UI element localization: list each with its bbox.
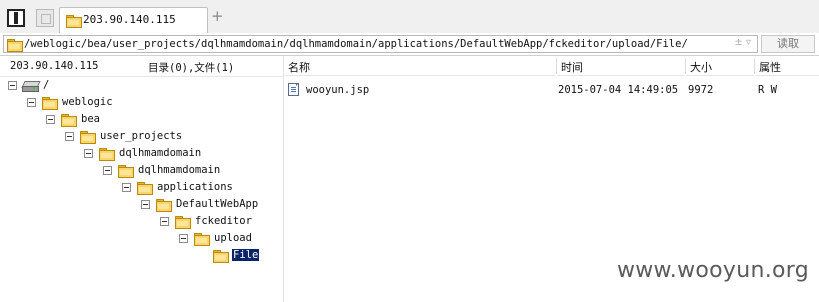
tree-node-label: weblogic xyxy=(62,96,113,108)
column-header-attributes[interactable]: 属性 xyxy=(755,56,819,76)
folder-icon xyxy=(80,131,96,146)
column-label: 大小 xyxy=(690,61,712,74)
file-row[interactable]: wooyun.jsp 2015-07-04 14:49:05 9972 R W xyxy=(284,81,819,99)
file-time: 2015-07-04 14:49:05 xyxy=(558,84,679,96)
host-label: 203.90.140.115 xyxy=(10,60,99,72)
tab-host[interactable]: 203.90.140.115 xyxy=(59,7,208,33)
column-label: 属性 xyxy=(759,61,781,74)
folder-icon xyxy=(61,114,77,129)
collapse-icon[interactable] xyxy=(103,166,112,175)
tree-node-label: / xyxy=(43,79,50,91)
drive-icon xyxy=(21,80,41,94)
item-count: 目录(0),文件(1) xyxy=(148,62,235,74)
tab-label: 203.90.140.115 xyxy=(83,13,176,26)
collapse-icon[interactable] xyxy=(122,183,131,192)
directory-tree-panel: 203.90.140.115 目录(0),文件(1) / weblogic be… xyxy=(0,56,284,302)
tree-node-label: bea xyxy=(81,113,100,125)
tree-node-label: DefaultWebApp xyxy=(176,198,259,210)
collapse-icon[interactable] xyxy=(8,81,17,90)
folder-icon xyxy=(137,182,153,197)
column-header-name[interactable]: 名称 xyxy=(284,56,556,76)
watermark: www.wooyun.org xyxy=(616,258,809,283)
add-tab-icon[interactable]: + xyxy=(211,9,224,24)
open-folder-icon xyxy=(213,250,229,265)
collapse-icon[interactable] xyxy=(160,217,169,226)
read-button[interactable]: 读取 xyxy=(761,35,815,53)
folder-icon xyxy=(156,199,172,214)
tree-node-label-selected: File xyxy=(232,249,260,261)
tree-node-label: user_projects xyxy=(100,130,183,142)
collapse-icon[interactable] xyxy=(141,200,150,209)
tree-node-label: fckeditor xyxy=(195,215,252,227)
folder-icon xyxy=(99,148,115,163)
panel-layout-icon[interactable] xyxy=(36,9,54,27)
file-name: wooyun.jsp xyxy=(306,84,370,96)
tab-bar: 203.90.140.115 + xyxy=(0,0,819,34)
panel-toggle-icon[interactable] xyxy=(7,9,25,27)
address-field: ± ▿ xyxy=(3,35,758,53)
tree-node-label: applications xyxy=(157,181,233,193)
path-input[interactable] xyxy=(24,36,724,52)
column-header-time[interactable]: 时间 xyxy=(557,56,685,76)
address-bar: ± ▿ 读取 xyxy=(0,33,819,56)
file-icon xyxy=(288,83,299,96)
column-label: 时间 xyxy=(561,61,583,74)
collapse-icon[interactable] xyxy=(84,149,93,158)
folder-icon xyxy=(7,39,23,54)
collapse-icon[interactable] xyxy=(46,115,55,124)
folder-icon xyxy=(42,97,58,112)
file-size: 9972 xyxy=(688,84,714,96)
tree-header: 203.90.140.115 目录(0),文件(1) xyxy=(0,56,283,77)
collapse-icon[interactable] xyxy=(65,132,74,141)
folder-icon xyxy=(66,15,82,30)
history-arrows-icon[interactable]: ± ▿ xyxy=(734,37,751,48)
tree-node-label: upload xyxy=(214,232,252,244)
collapse-icon[interactable] xyxy=(27,98,36,107)
folder-icon xyxy=(194,233,210,248)
folder-icon xyxy=(118,165,134,180)
column-header-size[interactable]: 大小 xyxy=(686,56,754,76)
collapse-icon[interactable] xyxy=(179,234,188,243)
file-attributes: R W xyxy=(758,84,777,96)
tree-node-label: dqlhmamdomain xyxy=(119,147,202,159)
tree-node-label: dqlhmamdomain xyxy=(138,164,221,176)
column-label: 名称 xyxy=(288,61,310,74)
folder-icon xyxy=(175,216,191,231)
